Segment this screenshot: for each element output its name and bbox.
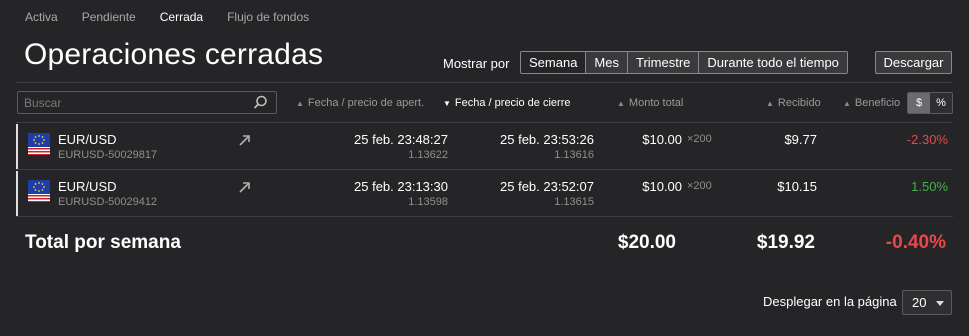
open-price: 1.13622: [408, 149, 448, 161]
divider: [16, 216, 953, 217]
sort-icon: ▲︎: [766, 99, 774, 108]
per-page-label: Desplegar en la página: [763, 294, 897, 309]
close-date: 25 feb. 23:53:26: [500, 132, 594, 147]
sort-icon: ▲︎: [617, 99, 625, 108]
close-price: 1.13615: [554, 196, 594, 208]
per-page-value: 20: [912, 295, 927, 310]
leverage: ×200: [687, 133, 712, 145]
profit: -2.30%: [906, 132, 948, 147]
instrument-name: EUR/USD: [58, 132, 117, 147]
tab-bar: Activa Pendiente Cerrada Flujo de fondos: [25, 10, 333, 26]
tab-pendiente[interactable]: Pendiente: [82, 10, 136, 26]
column-header-amount-label: Monto total: [628, 97, 684, 109]
column-header-close-label: Fecha / precio de cierre: [454, 97, 571, 109]
open-price: 1.13598: [408, 196, 448, 208]
divider: [16, 82, 953, 83]
column-header-amount[interactable]: ▲︎ Monto total: [617, 97, 683, 109]
period-all-time-button[interactable]: Durante todo el tiempo: [698, 52, 847, 73]
column-header-open-label: Fecha / precio de apert.: [307, 97, 425, 109]
received: $9.77: [784, 132, 817, 147]
close-date: 25 feb. 23:52:07: [500, 179, 594, 194]
position-id: EURUSD-50029412: [58, 196, 158, 208]
leverage: ×200: [687, 180, 712, 192]
search-input[interactable]: [18, 92, 238, 113]
column-header-profit[interactable]: ▲︎ Beneficio: [843, 97, 900, 109]
close-price: 1.13616: [554, 149, 594, 161]
total-profit: -0.40%: [885, 232, 946, 253]
arrow-up-right-icon: [239, 135, 250, 146]
per-page-select[interactable]: 20: [902, 290, 952, 315]
period-quarter-button[interactable]: Trimestre: [626, 52, 699, 73]
column-header-received-label: Recibido: [777, 97, 821, 109]
position-id: EURUSD-50029817: [58, 149, 158, 161]
divider: [16, 122, 953, 123]
total-label: Total por semana: [25, 232, 181, 253]
tab-flujo-de-fondos[interactable]: Flujo de fondos: [227, 10, 309, 26]
instrument-name: EUR/USD: [58, 179, 117, 194]
unit-toggle: $ %: [907, 92, 953, 114]
tab-cerrada[interactable]: Cerrada: [160, 10, 203, 26]
total-amount: $20.00: [617, 232, 676, 253]
page-title: Operaciones cerradas: [24, 38, 324, 71]
amount: $10.00: [642, 179, 682, 194]
open-date: 25 feb. 23:48:27: [354, 132, 448, 147]
period-week-button[interactable]: Semana: [521, 52, 586, 73]
eur-usd-flag-icon: [28, 133, 50, 155]
sort-desc-icon: ▼︎: [443, 99, 451, 108]
unit-dollar-button[interactable]: $: [908, 93, 930, 113]
table-row[interactable]: EUR/USD EURUSD-50029412 25 feb. 23:13:30…: [16, 171, 953, 217]
search-box: [17, 91, 277, 114]
tab-activa[interactable]: Activa: [25, 10, 58, 26]
period-selector: Semana Mes Trimestre Durante todo el tie…: [520, 51, 848, 74]
period-month-button[interactable]: Mes: [585, 52, 627, 73]
column-header-open[interactable]: ▲︎ Fecha / precio de apert.: [296, 97, 424, 109]
sort-icon: ▲︎: [843, 99, 851, 108]
profit: 1.50%: [911, 179, 948, 194]
sort-icon: ▲︎: [296, 99, 304, 108]
arrow-up-right-icon: [239, 182, 250, 193]
total-received: $19.92: [756, 232, 815, 253]
received: $10.15: [777, 179, 817, 194]
column-header-received[interactable]: ▲︎ Recibido: [766, 97, 821, 109]
amount: $10.00: [642, 132, 682, 147]
unit-percent-button[interactable]: %: [930, 93, 952, 113]
table-row[interactable]: EUR/USD EURUSD-50029817 25 feb. 23:48:27…: [16, 124, 953, 170]
eur-usd-flag-icon: [28, 180, 50, 202]
search-icon[interactable]: [253, 95, 268, 115]
show-by-label: Mostrar por: [443, 56, 510, 71]
download-button[interactable]: Descargar: [875, 51, 952, 74]
chevron-down-icon: [936, 301, 944, 306]
open-date: 25 feb. 23:13:30: [354, 179, 448, 194]
divider: [16, 169, 953, 170]
column-header-profit-label: Beneficio: [854, 97, 901, 109]
column-header-close[interactable]: ▼︎ Fecha / precio de cierre: [443, 97, 570, 109]
